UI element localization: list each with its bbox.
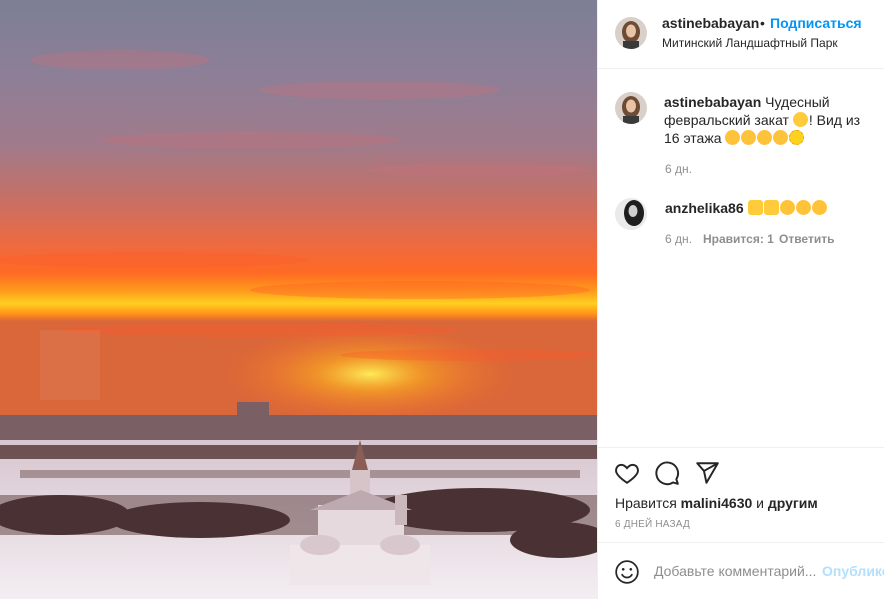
post-date[interactable]: 6 ДНЕЙ НАЗАД: [615, 519, 690, 530]
comment-text: anzhelika86: [665, 200, 828, 216]
sunset-photo: [0, 0, 597, 599]
location-link[interactable]: Митинский Ландшафтный Парк: [662, 36, 838, 50]
reply-button[interactable]: Ответить: [779, 232, 834, 246]
scream-emoji-icon: [773, 130, 789, 145]
likes-prefix: Нравится: [615, 495, 677, 511]
comment-username[interactable]: anzhelika86: [665, 200, 744, 216]
sunset-emoji-icon: [792, 112, 808, 127]
comment-input[interactable]: Добавьте комментарий...: [654, 563, 816, 579]
author-avatar[interactable]: [615, 17, 647, 49]
comment-icon[interactable]: [654, 460, 680, 486]
comment-time: 6 дн.: [665, 232, 692, 246]
author-username[interactable]: astinebabayan: [662, 15, 759, 31]
heart-eyes-emoji-icon: [795, 200, 811, 215]
share-icon[interactable]: [694, 460, 720, 486]
comment-likes-count[interactable]: Нравится: 1: [703, 232, 774, 246]
post-header: astinebabayan • Подписаться Митинский Ла…: [598, 0, 884, 69]
scream-emoji-icon: [725, 130, 741, 145]
heart-eyes-emoji-icon: [779, 200, 795, 215]
scream-emoji-icon: [757, 130, 773, 145]
sun-emoji-icon: [789, 130, 805, 145]
follow-button[interactable]: Подписаться: [770, 15, 862, 31]
thumbs-up-emoji-icon: [763, 200, 779, 215]
add-comment-bar: Добавьте комментарий... Опубликовать: [598, 542, 884, 599]
publish-button[interactable]: Опубликовать: [822, 563, 884, 579]
caption-username[interactable]: astinebabayan: [664, 94, 761, 110]
post-actions: Нравится malini4630 и другим 6 ДНЕЙ НАЗА…: [598, 447, 884, 542]
likes-middle: и: [756, 495, 764, 511]
post-panel: astinebabayan • Подписаться Митинский Ла…: [597, 0, 884, 599]
comments-list: astinebabayan Чудесный февральский закат…: [598, 69, 884, 447]
heart-eyes-emoji-icon: [811, 200, 827, 215]
thumbs-up-emoji-icon: [747, 200, 763, 215]
scream-emoji-icon: [741, 130, 757, 145]
comment-avatar[interactable]: [615, 198, 647, 230]
likes-summary: Нравится malini4630 и другим: [615, 495, 818, 511]
caption-time: 6 дн.: [665, 162, 692, 176]
likes-others[interactable]: другим: [768, 495, 818, 511]
caption-text: astinebabayan Чудесный февральский закат…: [664, 93, 879, 147]
caption-avatar[interactable]: [615, 92, 647, 124]
post-photo[interactable]: [0, 0, 597, 599]
separator-dot: •: [760, 15, 765, 31]
smiley-icon[interactable]: [614, 559, 640, 585]
heart-icon[interactable]: [614, 460, 640, 486]
likes-user[interactable]: malini4630: [681, 495, 753, 511]
